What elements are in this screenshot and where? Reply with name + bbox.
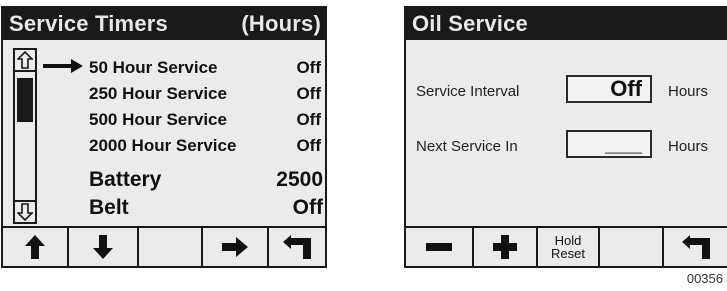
page-title: Service Timers: [9, 11, 168, 36]
item-label: 2000 Hour Service: [89, 136, 237, 155]
item-label: 50 Hour Service: [89, 58, 218, 77]
item-value: Off: [296, 110, 321, 129]
figure-number: 00356: [686, 271, 723, 286]
next-service-unit: Hours: [668, 138, 709, 155]
service-interval-field[interactable]: Off: [566, 75, 652, 103]
blank-softkey[interactable]: [600, 228, 664, 266]
up-arrow-icon: [25, 235, 45, 259]
next-service-label: Next Service In: [416, 138, 518, 155]
plus-button[interactable]: [474, 228, 538, 266]
item-value: Off: [296, 84, 321, 103]
down-arrow-button[interactable]: [69, 228, 139, 266]
blank-softkey[interactable]: [139, 228, 203, 266]
item-label: Belt: [89, 196, 129, 219]
reset-label: Reset: [551, 246, 585, 261]
hold-reset-button[interactable]: Hold Reset: [538, 228, 600, 266]
minus-button[interactable]: [406, 228, 474, 266]
list-item[interactable]: 2000 Hour Service Off: [89, 136, 321, 158]
item-value: Off: [296, 58, 321, 77]
list-item[interactable]: 250 Hour Service Off: [89, 84, 321, 106]
back-button[interactable]: [269, 228, 325, 266]
list-item[interactable]: Belt Off: [89, 196, 323, 222]
title-unit: (Hours): [241, 11, 321, 36]
next-service-field[interactable]: ___: [566, 130, 652, 158]
up-arrow-button[interactable]: [3, 228, 69, 266]
service-timers-title-bar: Service Timers (Hours): [3, 8, 325, 40]
softkey-bar: [3, 226, 325, 266]
oil-service-title-bar: Oil Service: [406, 8, 727, 40]
minus-icon: [426, 243, 452, 251]
scroll-down-icon[interactable]: [15, 200, 35, 222]
down-arrow-icon: [93, 235, 113, 259]
oil-service-screen: Oil Service Service Interval Off Hours N…: [404, 6, 727, 268]
plus-icon: [493, 235, 517, 259]
back-return-icon: [682, 235, 710, 259]
right-arrow-button[interactable]: [203, 228, 269, 266]
list-item[interactable]: Battery 2500: [89, 168, 323, 194]
item-value: Off: [292, 196, 323, 219]
back-button[interactable]: [664, 228, 727, 266]
back-return-icon: [283, 235, 311, 259]
list-item[interactable]: 50 Hour Service Off: [89, 58, 321, 80]
right-arrow-icon: [222, 237, 248, 257]
item-label: 250 Hour Service: [89, 84, 227, 103]
service-interval-label: Service Interval: [416, 83, 520, 100]
scroll-up-icon[interactable]: [15, 50, 35, 72]
scrollbar[interactable]: [13, 48, 37, 224]
item-label: 500 Hour Service: [89, 110, 227, 129]
scroll-thumb[interactable]: [17, 78, 33, 122]
service-timers-screen: Service Timers (Hours) 50 Hour Service O…: [1, 6, 327, 268]
item-value: Off: [296, 136, 321, 155]
item-value: 2500: [276, 168, 323, 191]
service-interval-unit: Hours: [668, 83, 709, 100]
item-label: Battery: [89, 168, 162, 191]
softkey-bar: Hold Reset: [406, 226, 727, 266]
page-title: Oil Service: [412, 11, 528, 36]
list-item[interactable]: 500 Hour Service Off: [89, 110, 321, 132]
selection-arrow-icon: [43, 58, 85, 79]
